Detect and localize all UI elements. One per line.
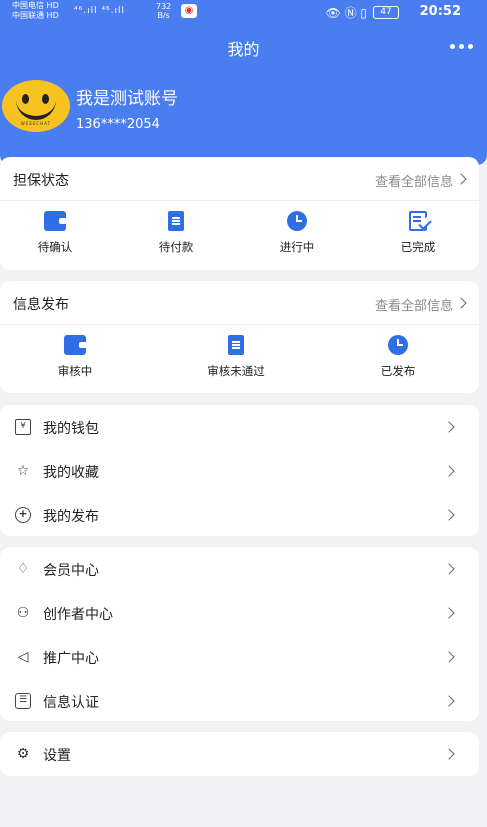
menu-item-settings[interactable]: ⚙ 设置	[0, 732, 479, 776]
carrier-2: 中国联通	[12, 11, 44, 20]
status-label: 待付款	[158, 240, 194, 254]
avatar-mouth-icon	[16, 98, 56, 120]
clock-time: 20:52	[419, 4, 461, 19]
avatar-text: WEEECHAT	[20, 121, 52, 126]
megaphone-icon: ◁	[17, 649, 29, 665]
status-label: 待确认	[37, 240, 73, 254]
menu-item-verification[interactable]: ☰ 信息认证	[0, 679, 479, 723]
chevron-right-icon	[443, 607, 455, 619]
info-publish-card: 信息发布 查看全部信息 审核中 审核未通过 已发布	[0, 281, 479, 393]
status-label: 已发布	[380, 364, 416, 378]
status-bar: 中国电信 HD 中国联通 HD ⁴⁶.ıll ⁴⁶.ıll 732 B/s ◉ …	[0, 0, 487, 26]
status-in-progress[interactable]: 进行中	[257, 211, 337, 255]
app-notification-icon: ◉	[181, 4, 197, 18]
menu-item-label: 设置	[43, 748, 71, 764]
menu-item-label: 推广中心	[43, 651, 99, 667]
guarantee-status-card: 担保状态 查看全部信息 待确认 待付款 进行中 已完成	[0, 157, 479, 270]
menu-item-label: 会员中心	[43, 563, 99, 579]
status-completed[interactable]: 已完成	[378, 211, 458, 255]
chevron-right-icon	[443, 465, 455, 477]
status-label: 审核未通过	[207, 364, 265, 378]
check-document-icon	[409, 211, 427, 231]
signal-icon: ⁴⁶.ıll ⁴⁶.ıll	[74, 6, 126, 16]
menu-item-label: 信息认证	[43, 695, 99, 711]
plus-circle-icon: +	[15, 507, 31, 523]
menu-item-wallet[interactable]: ¥ 我的钱包	[0, 405, 479, 449]
status-icons: 👁 Ⓝ ▯	[325, 6, 367, 20]
page-title: 我的	[227, 40, 260, 59]
menu-item-favorites[interactable]: ☆ 我的收藏	[0, 449, 479, 493]
wallet-outline-icon: ¥	[15, 419, 31, 435]
user-plus-icon: ⚇	[16, 605, 30, 621]
gear-icon: ⚙	[16, 746, 30, 762]
wallet-icon	[64, 335, 86, 355]
document-icon	[168, 211, 184, 231]
clock-icon	[287, 211, 307, 231]
hd-badge: HD	[46, 1, 59, 10]
publish-status-grid: 审核中 审核未通过 已发布	[0, 325, 479, 391]
status-review-failed[interactable]: 审核未通过	[196, 335, 276, 379]
menu-item-my-posts[interactable]: + 我的发布	[0, 493, 479, 537]
chevron-right-icon	[443, 509, 455, 521]
status-label: 进行中	[279, 240, 315, 254]
document-icon	[228, 335, 244, 355]
guarantee-status-grid: 待确认 待付款 进行中 已完成	[0, 201, 479, 267]
status-label: 审核中	[57, 364, 93, 378]
guarantee-title: 担保状态	[13, 173, 69, 189]
menu-item-label: 我的钱包	[43, 421, 99, 437]
menu-item-promotion[interactable]: ◁ 推广中心	[0, 635, 479, 679]
menu-item-creator[interactable]: ⚇ 创作者中心	[0, 591, 479, 635]
menu-group-services: ♢ 会员中心 ⚇ 创作者中心 ◁ 推广中心 ☰ 信息认证	[0, 547, 479, 721]
status-published[interactable]: 已发布	[358, 335, 438, 379]
battery-icon: 47	[373, 6, 399, 19]
chevron-right-icon	[443, 651, 455, 663]
chevron-right-icon	[443, 563, 455, 575]
menu-group-settings: ⚙ 设置	[0, 732, 479, 776]
guarantee-card-header[interactable]: 担保状态 查看全部信息	[0, 157, 479, 201]
more-dots-icon[interactable]	[450, 44, 473, 49]
publish-card-header[interactable]: 信息发布 查看全部信息	[0, 281, 479, 325]
speed-value: 732	[156, 2, 172, 11]
clock-icon	[388, 335, 408, 355]
menu-item-label: 我的发布	[43, 509, 99, 525]
chevron-right-icon	[443, 748, 455, 760]
chevron-right-icon	[455, 297, 467, 309]
id-card-icon: ☰	[15, 693, 31, 709]
chevron-right-icon	[443, 695, 455, 707]
chevron-right-icon	[455, 173, 467, 185]
view-all-link[interactable]: 查看全部信息	[375, 171, 453, 190]
menu-item-label: 创作者中心	[43, 607, 113, 623]
wallet-icon	[44, 211, 66, 231]
status-label: 已完成	[400, 240, 436, 254]
star-icon: ☆	[16, 463, 30, 479]
carrier-1: 中国电信	[12, 1, 44, 10]
speed-unit: B/s	[157, 11, 170, 20]
menu-item-membership[interactable]: ♢ 会员中心	[0, 547, 479, 591]
status-pending-confirm[interactable]: 待确认	[15, 211, 95, 255]
carrier-info: 中国电信 HD 中国联通 HD	[12, 1, 59, 21]
status-pending-payment[interactable]: 待付款	[136, 211, 216, 255]
diamond-icon: ♢	[16, 561, 30, 577]
user-phone: 136****2054	[76, 117, 160, 132]
avatar[interactable]: WEEECHAT	[2, 80, 70, 132]
chevron-right-icon	[443, 421, 455, 433]
menu-item-label: 我的收藏	[43, 465, 99, 481]
network-speed: 732 B/s	[156, 2, 171, 20]
hd-badge: HD	[46, 11, 59, 20]
view-all-link[interactable]: 查看全部信息	[375, 295, 453, 314]
status-reviewing[interactable]: 审核中	[35, 335, 115, 379]
publish-title: 信息发布	[13, 297, 69, 313]
user-name[interactable]: 我是测试账号	[76, 84, 178, 109]
menu-group-personal: ¥ 我的钱包 ☆ 我的收藏 + 我的发布	[0, 405, 479, 536]
